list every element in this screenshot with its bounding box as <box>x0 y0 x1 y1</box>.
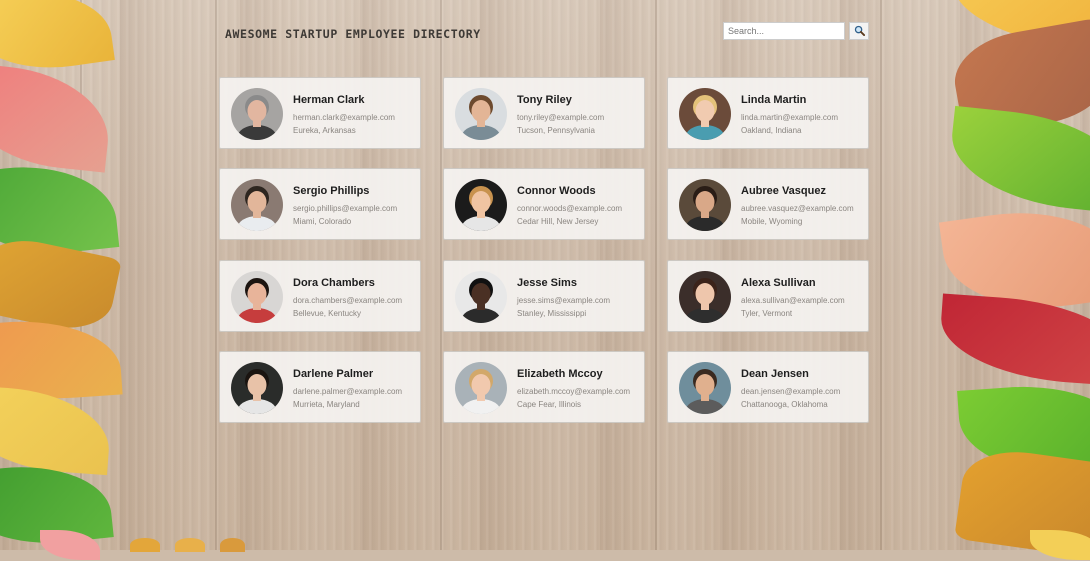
employee-info: Elizabeth Mccoy elizabeth.mccoy@example.c… <box>517 368 630 411</box>
employee-card[interactable]: Sergio Phillips sergio.phillips@example.c… <box>219 168 421 240</box>
wood-plank-line <box>655 0 657 550</box>
employee-name: Alexa Sullivan <box>741 277 816 289</box>
employee-info: Herman Clark herman.clark@example.com Eure… <box>293 94 395 137</box>
employee-email: aubree.vasquez@example.com <box>741 204 854 213</box>
employee-avatar <box>679 88 731 140</box>
employee-card[interactable]: Alexa Sullivan alexa.sullivan@example.com… <box>667 260 869 332</box>
employee-email: darlene.palmer@example.com <box>293 387 403 396</box>
employee-email: herman.clark@example.com <box>293 113 395 122</box>
employee-card[interactable]: Jesse Sims jesse.sims@example.com Stanley,… <box>443 260 645 332</box>
employee-info: Darlene Palmer darlene.palmer@example.com… <box>293 368 402 411</box>
employee-avatar <box>231 271 283 323</box>
employee-info: Dean Jensen dean.jensen@example.com Chatta… <box>741 368 840 411</box>
employee-info: Alexa Sullivan alexa.sullivan@example.com… <box>741 277 845 320</box>
employee-email: connor.woods@example.com <box>517 204 623 213</box>
employee-avatar <box>455 271 507 323</box>
search-button[interactable] <box>849 22 869 40</box>
employee-avatar <box>231 362 283 414</box>
employee-card[interactable]: Tony Riley tony.riley@example.com Tucson, … <box>443 77 645 149</box>
employee-name: Dean Jensen <box>741 368 809 380</box>
employee-location: Miami, Colorado <box>293 217 352 226</box>
employee-info: Aubree Vasquez aubree.vasquez@example.com… <box>741 185 854 228</box>
employee-location: Eureka, Arkansas <box>293 126 356 135</box>
employee-name: Tony Riley <box>517 94 572 106</box>
employee-info: Connor Woods connor.woods@example.com Ceda… <box>517 185 622 228</box>
employee-location: Cape Fear, Illinois <box>517 400 582 409</box>
page-title: AWESOME STARTUP EMPLOYEE DIRECTORY <box>225 27 481 41</box>
employee-avatar <box>231 88 283 140</box>
employee-name: Darlene Palmer <box>293 368 374 380</box>
employee-avatar <box>679 362 731 414</box>
search-input[interactable] <box>723 22 845 40</box>
employee-email: sergio.phillips@example.com <box>293 204 398 213</box>
employee-info: Linda Martin linda.martin@example.com Oakl… <box>741 94 838 137</box>
employee-info: Jesse Sims jesse.sims@example.com Stanley,… <box>517 277 610 320</box>
employee-name: Dora Chambers <box>293 277 375 289</box>
employee-location: Tucson, Pennsylvania <box>517 126 595 135</box>
employee-location: Bellevue, Kentucky <box>293 309 362 318</box>
employee-card[interactable]: Connor Woods connor.woods@example.com Ceda… <box>443 168 645 240</box>
employee-avatar <box>455 179 507 231</box>
employee-location: Murrieta, Maryland <box>293 400 360 409</box>
employee-avatar <box>231 179 283 231</box>
employee-location: Chattanooga, Oklahoma <box>741 400 828 409</box>
employee-location: Tyler, Vermont <box>741 309 793 318</box>
employee-info: Tony Riley tony.riley@example.com Tucson, … <box>517 94 604 137</box>
employee-name: Herman Clark <box>293 94 365 106</box>
employee-name: Linda Martin <box>741 94 807 106</box>
employee-location: Stanley, Mississippi <box>517 309 587 318</box>
employee-location: Mobile, Wyoming <box>741 217 803 226</box>
employee-name: Aubree Vasquez <box>741 185 826 197</box>
wood-plank-line <box>440 0 442 550</box>
employee-name: Jesse Sims <box>517 277 577 289</box>
employee-name: Elizabeth Mccoy <box>517 368 603 380</box>
employee-avatar <box>455 88 507 140</box>
employee-email: elizabeth.mccoy@example.com <box>517 387 631 396</box>
employee-name: Sergio Phillips <box>293 185 370 197</box>
employee-card[interactable]: Dora Chambers dora.chambers@example.com Be… <box>219 260 421 332</box>
employee-email: tony.riley@example.com <box>517 113 605 122</box>
search-form <box>723 22 869 40</box>
employee-card[interactable]: Herman Clark herman.clark@example.com Eure… <box>219 77 421 149</box>
wood-plank-line <box>215 0 217 550</box>
employee-email: dora.chambers@example.com <box>293 296 403 305</box>
employee-email: linda.martin@example.com <box>741 113 839 122</box>
employee-email: alexa.sullivan@example.com <box>741 296 845 305</box>
employee-avatar <box>679 271 731 323</box>
employee-avatar <box>679 179 731 231</box>
employee-card[interactable]: Aubree Vasquez aubree.vasquez@example.com… <box>667 168 869 240</box>
wood-plank-line <box>880 0 882 550</box>
employee-card[interactable]: Elizabeth Mccoy elizabeth.mccoy@example.c… <box>443 351 645 423</box>
employee-name: Connor Woods <box>517 185 596 197</box>
employee-info: Dora Chambers dora.chambers@example.com Be… <box>293 277 402 320</box>
employee-location: Cedar Hill, New Jersey <box>517 217 599 226</box>
employee-card[interactable]: Linda Martin linda.martin@example.com Oakl… <box>667 77 869 149</box>
employee-location: Oakland, Indiana <box>741 126 802 135</box>
employee-info: Sergio Phillips sergio.phillips@example.c… <box>293 185 397 228</box>
employee-card[interactable]: Darlene Palmer darlene.palmer@example.com… <box>219 351 421 423</box>
employee-avatar <box>455 362 507 414</box>
employee-email: jesse.sims@example.com <box>517 296 611 305</box>
employee-card[interactable]: Dean Jensen dean.jensen@example.com Chatta… <box>667 351 869 423</box>
leaf-decoration <box>1030 530 1090 560</box>
employee-email: dean.jensen@example.com <box>741 387 841 396</box>
magnifier-icon <box>854 24 865 39</box>
